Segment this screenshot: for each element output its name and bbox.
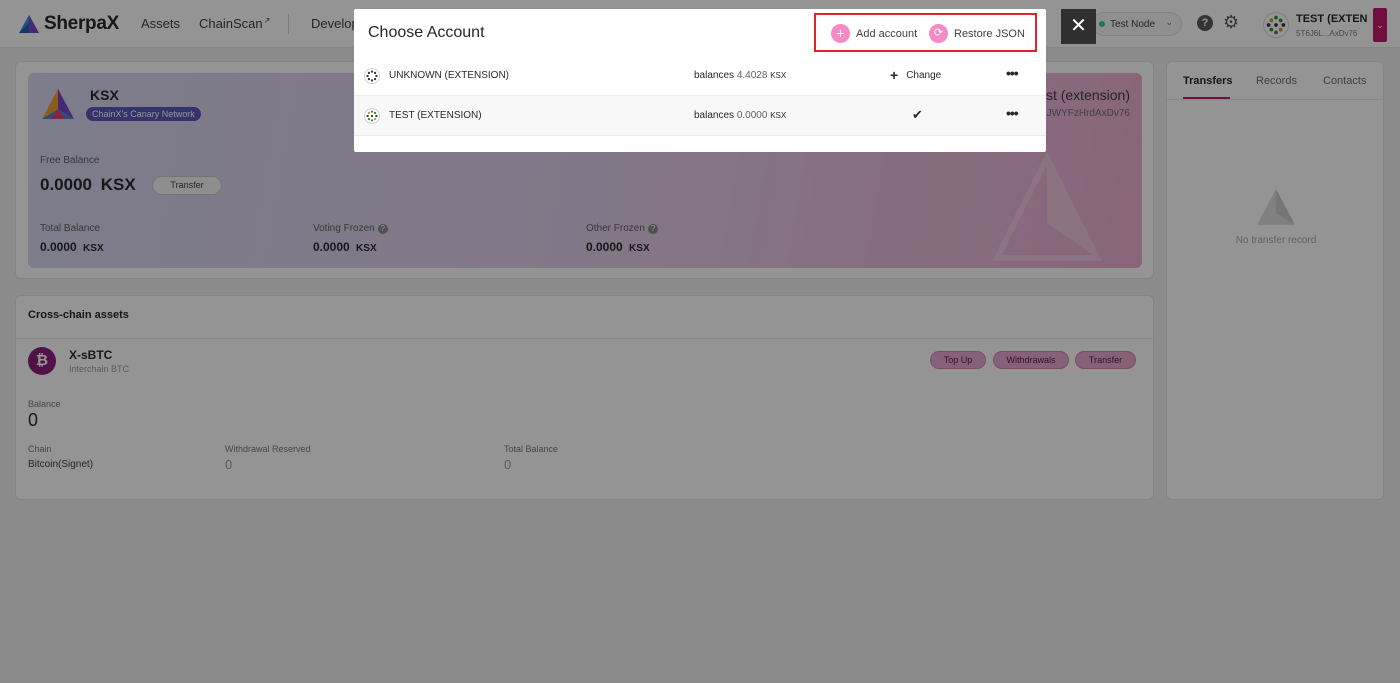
account-name: TEST (EXTENSION): [389, 110, 482, 121]
restore-json-label: Restore JSON: [954, 27, 1025, 40]
account-identicon-icon: [364, 68, 380, 84]
highlighted-actions: + Add account ⟳ Restore JSON: [814, 13, 1037, 52]
close-modal-button[interactable]: ✕: [1061, 9, 1096, 44]
plus-icon: +: [831, 24, 850, 43]
account-row[interactable]: TEST (EXTENSION) balances 0.0000 KSX ✔ •…: [354, 96, 1046, 136]
account-balance: balances 0.0000 KSX: [694, 110, 786, 121]
restore-json-button[interactable]: ⟳ Restore JSON: [929, 24, 1025, 43]
choose-account-modal: Choose Account + Add account ⟳ Restore J…: [354, 9, 1046, 152]
account-balance: balances 4.4028 KSX: [694, 70, 786, 81]
add-account-button[interactable]: + Add account: [831, 24, 917, 43]
check-icon: ✔: [912, 107, 923, 122]
add-account-label: Add account: [856, 27, 918, 40]
balances-label: balances: [694, 70, 735, 81]
account-row[interactable]: UNKNOWN (EXTENSION) balances 4.4028 KSX …: [354, 56, 1046, 96]
more-icon[interactable]: •••: [1006, 65, 1019, 81]
balances-label: balances: [694, 110, 735, 121]
balance-amount: 0.0000: [736, 110, 768, 121]
change-label: Change: [906, 69, 942, 81]
balance-amount: 4.4028: [736, 70, 768, 81]
balance-unit: KSX: [770, 111, 787, 120]
plus-icon: +: [890, 67, 899, 83]
account-name: UNKNOWN (EXTENSION): [389, 70, 509, 81]
modal-title: Choose Account: [368, 24, 485, 41]
more-icon[interactable]: •••: [1006, 105, 1019, 121]
refresh-icon: ⟳: [929, 24, 948, 43]
account-identicon-icon: [364, 108, 380, 124]
balance-unit: KSX: [770, 71, 787, 80]
change-account-button[interactable]: + Change: [890, 67, 942, 83]
